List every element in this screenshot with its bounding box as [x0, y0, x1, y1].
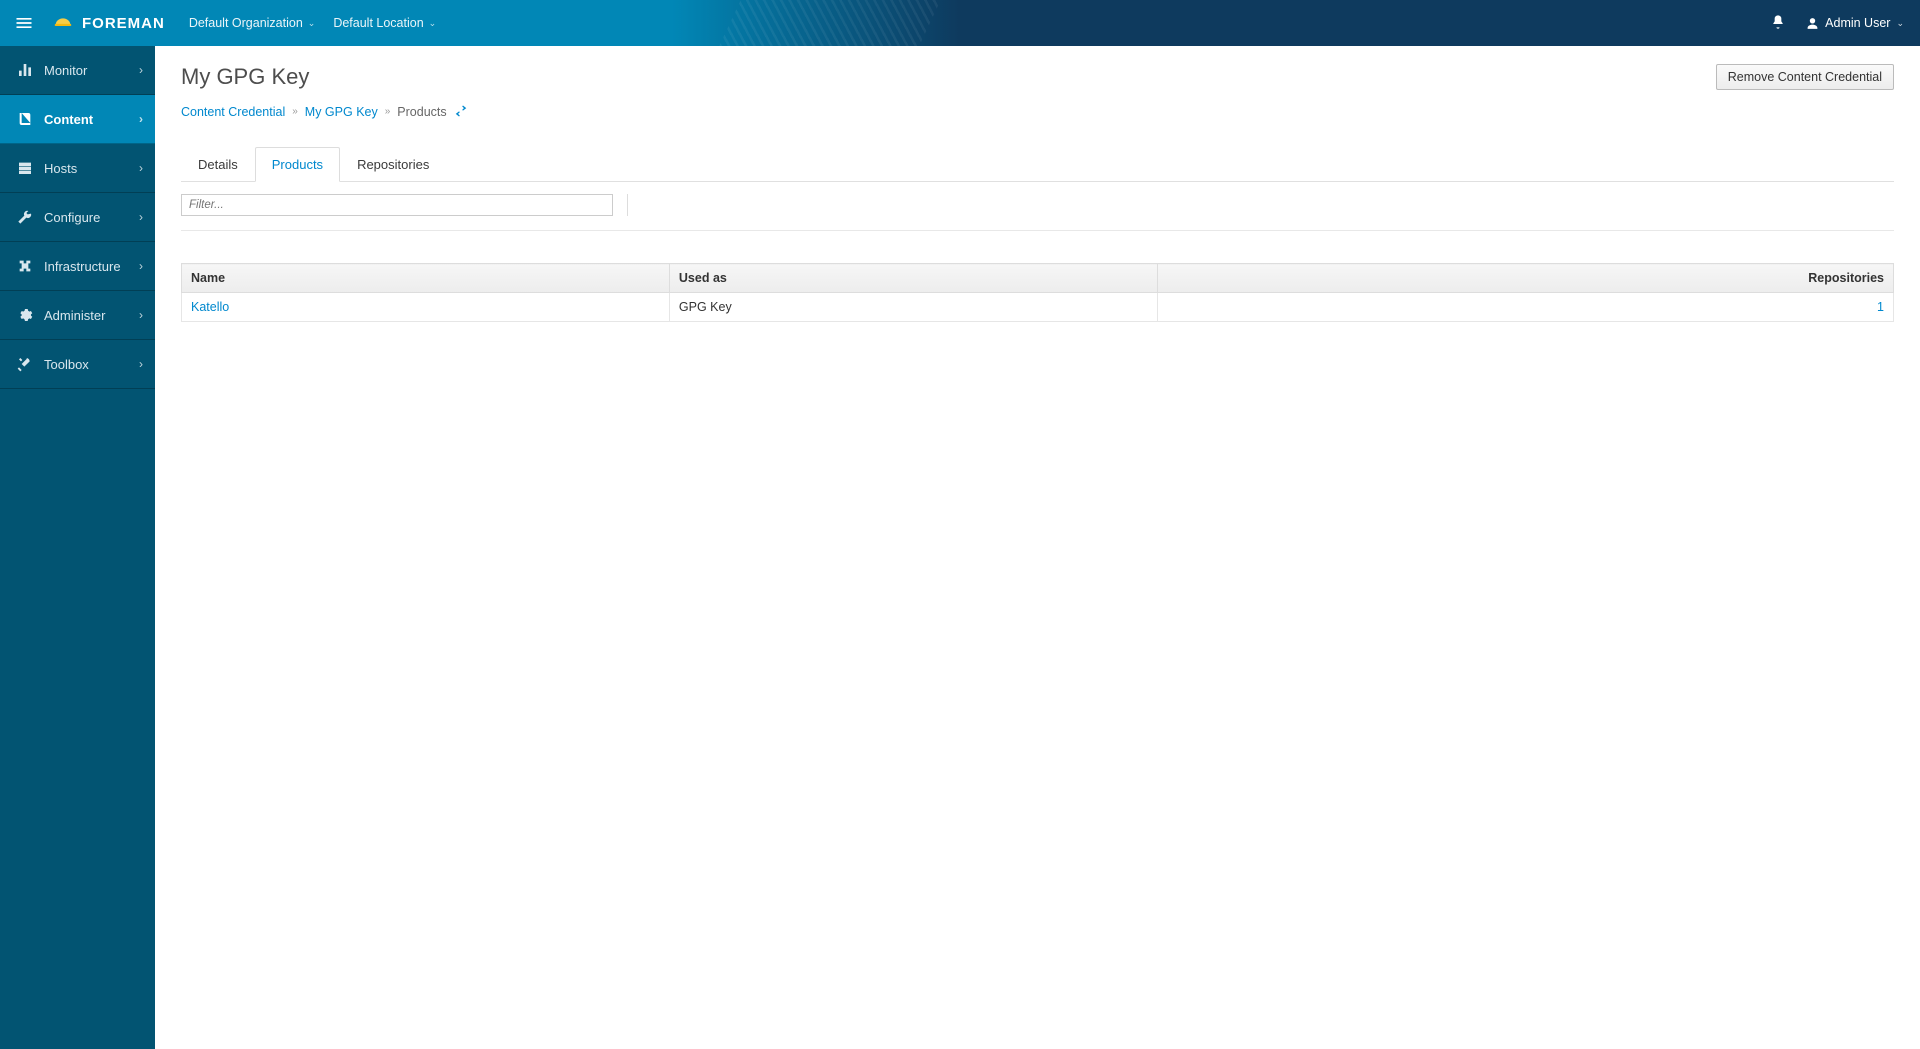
org-switcher[interactable]: Default Organization ⌄ [189, 16, 316, 30]
sidebar-item-label: Infrastructure [44, 259, 121, 274]
sidebar-item-label: Hosts [44, 161, 77, 176]
page-actions: Remove Content Credential [1716, 64, 1894, 90]
side-nav: Monitor›Content›Hosts›Configure›Infrastr… [0, 46, 155, 1049]
sidebar-item-label: Monitor [44, 63, 87, 78]
sidebar-item-configure[interactable]: Configure › [0, 193, 155, 242]
location-switcher[interactable]: Default Location ⌄ [333, 16, 436, 30]
chevron-right-icon: › [139, 210, 143, 224]
topbar-right: Admin User ⌄ [1770, 14, 1904, 33]
filter-row [181, 194, 1894, 231]
page-header: My GPG Key Remove Content Credential [181, 64, 1894, 90]
book-icon [16, 111, 34, 127]
chevron-right-icon: › [139, 259, 143, 273]
chevron-right-icon: › [139, 112, 143, 126]
brand[interactable]: FOREMAN [52, 12, 165, 34]
breadcrumb-switcher-button[interactable] [454, 104, 468, 119]
sidebar-item-toolbox[interactable]: Toolbox › [0, 340, 155, 389]
sidebar-item-label: Content [44, 112, 93, 127]
remove-content-credential-button[interactable]: Remove Content Credential [1716, 64, 1894, 90]
tools-icon [16, 356, 34, 372]
product-link[interactable]: Katello [191, 300, 229, 314]
breadcrumb-leaf: Products [397, 105, 446, 119]
chevron-down-icon: ⌄ [1896, 18, 1904, 29]
divider [627, 194, 628, 216]
hamburger-icon [14, 13, 34, 33]
sidebar-item-administer[interactable]: Administer › [0, 291, 155, 340]
swap-icon [454, 104, 468, 118]
breadcrumb: Content Credential » My GPG Key » Produc… [181, 104, 1894, 119]
cell-name: Katello [182, 293, 670, 322]
notifications-button[interactable] [1770, 14, 1786, 33]
sidebar-item-label: Toolbox [44, 357, 89, 372]
wrench-icon [16, 209, 34, 225]
breadcrumb-my-gpg-key[interactable]: My GPG Key [305, 105, 378, 119]
repos-link[interactable]: 1 [1877, 300, 1884, 314]
tab-repositories[interactable]: Repositories [340, 147, 446, 182]
sidebar-item-monitor[interactable]: Monitor › [0, 46, 155, 95]
org-label: Default Organization [189, 16, 303, 30]
user-menu[interactable]: Admin User ⌄ [1806, 16, 1904, 30]
sidebar-item-label: Configure [44, 210, 100, 225]
table-row: Katello GPG Key 1 [182, 293, 1894, 322]
chevron-right-icon: › [139, 357, 143, 371]
context-switchers: Default Organization ⌄ Default Location … [189, 16, 436, 30]
gear-icon [16, 307, 34, 323]
table-header-row: Name Used as Repositories [182, 264, 1894, 293]
hamburger-menu-button[interactable] [8, 7, 40, 39]
tabs: DetailsProductsRepositories [181, 147, 1894, 182]
sidebar-item-hosts[interactable]: Hosts › [0, 144, 155, 193]
user-label: Admin User [1825, 16, 1890, 30]
sidebar-item-label: Administer [44, 308, 105, 323]
network-icon [16, 258, 34, 274]
bell-icon [1770, 14, 1786, 30]
tab-details[interactable]: Details [181, 147, 255, 182]
tab-products[interactable]: Products [255, 147, 340, 182]
products-table: Name Used as Repositories Katello GPG Key… [181, 263, 1894, 322]
user-icon [1806, 17, 1819, 30]
sidebar-item-infrastructure[interactable]: Infrastructure › [0, 242, 155, 291]
chevron-right-icon: › [139, 308, 143, 322]
chevron-right-icon: › [139, 161, 143, 175]
location-label: Default Location [333, 16, 423, 30]
cell-used-as: GPG Key [669, 293, 1157, 322]
main-content: My GPG Key Remove Content Credential Con… [155, 46, 1920, 1049]
page-title: My GPG Key [181, 64, 309, 90]
chevron-down-icon: ⌄ [308, 18, 316, 29]
dashboard-icon [16, 62, 34, 78]
breadcrumb-content-credential[interactable]: Content Credential [181, 105, 285, 119]
foreman-logo-icon [52, 12, 74, 34]
filter-input[interactable] [181, 194, 613, 216]
chevron-down-icon: ⌄ [429, 18, 437, 29]
cell-repos: 1 [1157, 293, 1893, 322]
breadcrumb-separator: » [385, 106, 391, 117]
col-repositories[interactable]: Repositories [1157, 264, 1893, 293]
col-used-as[interactable]: Used as [669, 264, 1157, 293]
col-name[interactable]: Name [182, 264, 670, 293]
sidebar-item-content[interactable]: Content › [0, 95, 155, 144]
topbar: FOREMAN Default Organization ⌄ Default L… [0, 0, 1920, 46]
server-icon [16, 160, 34, 176]
chevron-right-icon: › [139, 63, 143, 77]
breadcrumb-separator: » [292, 106, 298, 117]
brand-text: FOREMAN [82, 15, 165, 32]
